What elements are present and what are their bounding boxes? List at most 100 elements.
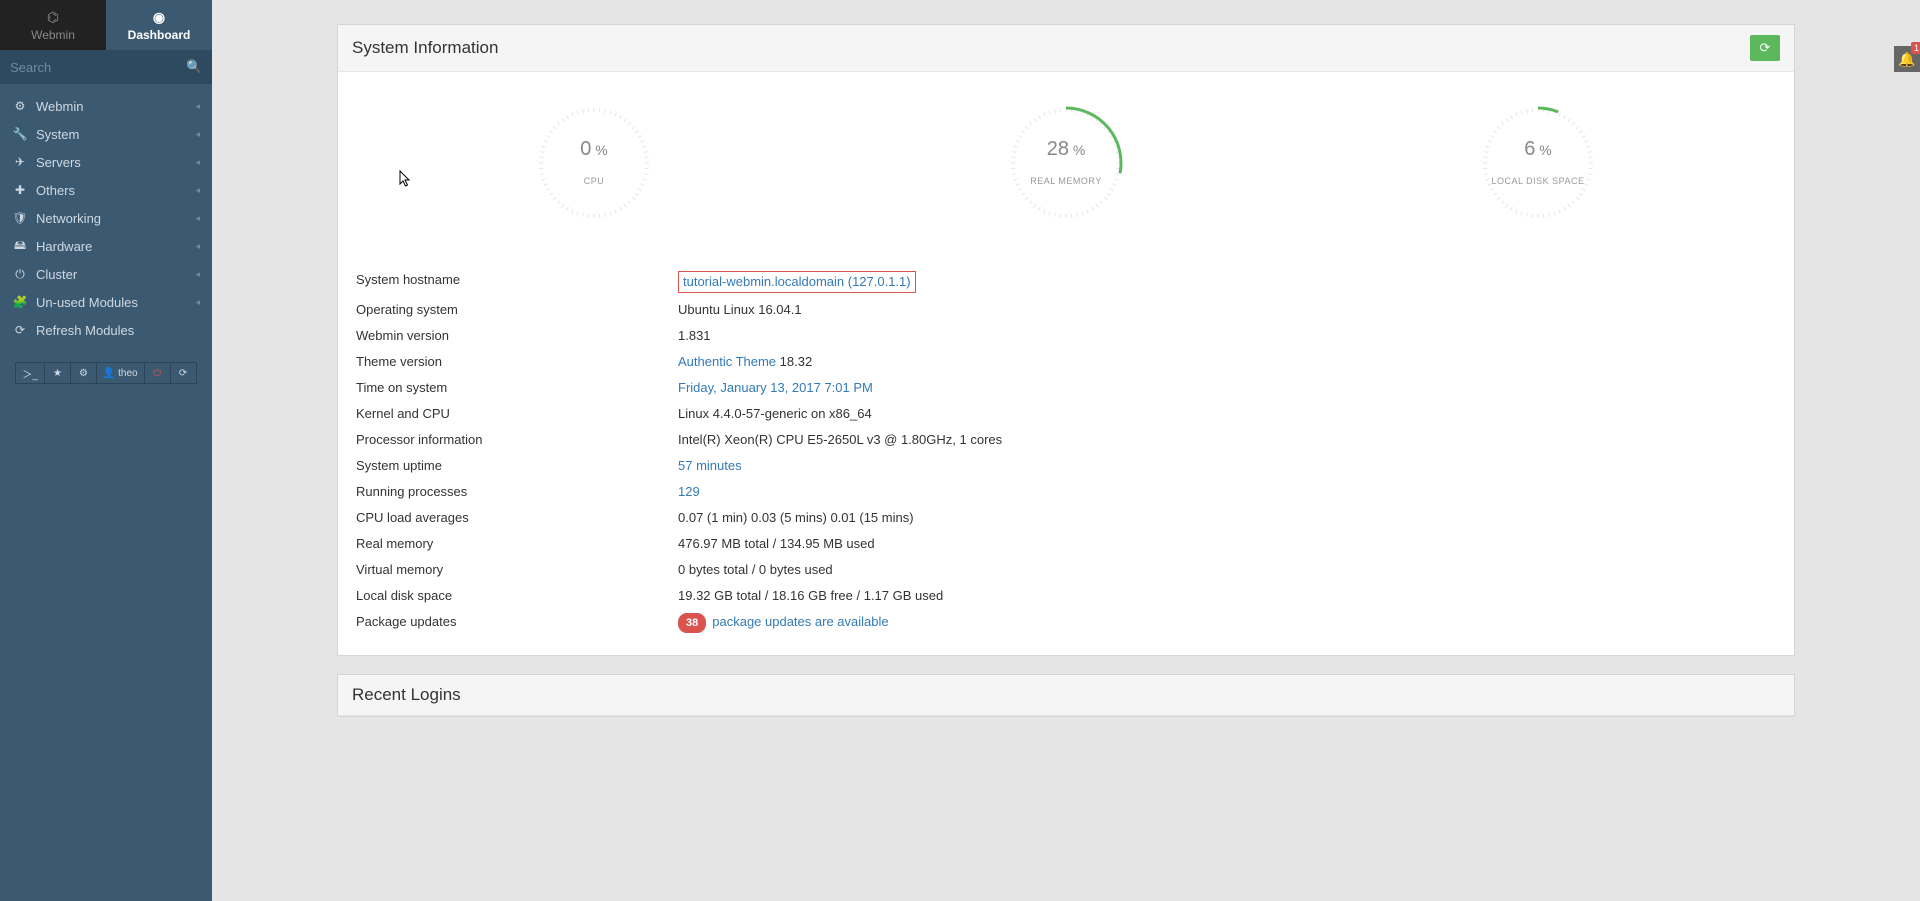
bottom-button-1[interactable]: ★ <box>45 362 71 384</box>
sidebar-item-hardware[interactable]: 🖴Hardware◂ <box>0 232 212 260</box>
info-value-cell: 0.07 (1 min) 0.03 (5 mins) 0.01 (15 mins… <box>678 509 1776 527</box>
info-value-cell: 1.831 <box>678 327 1776 345</box>
info-value-cell: 129 <box>678 483 1776 501</box>
nav-icon: ✚ <box>12 183 28 197</box>
nav-icon: 🛡 <box>12 211 28 225</box>
notification-bell[interactable]: 🔔 1 <box>1894 46 1920 72</box>
info-value-cell: Ubuntu Linux 16.04.1 <box>678 301 1776 319</box>
sidebar-item-refresh-modules[interactable]: ⟳Refresh Modules <box>0 316 212 344</box>
nav-icon: ⟳ <box>12 323 28 337</box>
bottom-button-0[interactable]: ＞_ <box>15 362 45 384</box>
info-value-cell: Friday, January 13, 2017 7:01 PM <box>678 379 1776 397</box>
panel-header: Recent Logins <box>338 675 1794 716</box>
gauge-label: CPU <box>529 176 659 186</box>
chevron-left-icon: ◂ <box>195 157 200 168</box>
gauge-local-disk-space: 6 % LOCAL DISK SPACE <box>1473 98 1603 231</box>
sidebar-tabs: ⌬ Webmin ◉ Dashboard <box>0 0 212 50</box>
sidebar-item-networking[interactable]: 🛡Networking◂ <box>0 204 212 232</box>
info-row: System uptime57 minutes <box>356 453 1776 479</box>
info-row: Processor informationIntel(R) Xeon(R) CP… <box>356 427 1776 453</box>
bottom-button-3[interactable]: 👤 theo <box>97 362 145 384</box>
panel-title: System Information <box>352 38 498 58</box>
info-key: Kernel and CPU <box>356 405 678 423</box>
chevron-left-icon: ◂ <box>195 297 200 308</box>
chevron-left-icon: ◂ <box>195 269 200 280</box>
info-value-cell: Linux 4.4.0-57-generic on x86_64 <box>678 405 1776 423</box>
notification-count: 1 <box>1911 42 1920 54</box>
info-key: Theme version <box>356 353 678 371</box>
info-row: Running processes129 <box>356 479 1776 505</box>
info-key: Time on system <box>356 379 678 397</box>
info-link[interactable]: package updates are available <box>712 614 888 629</box>
nav-icon: ⚙ <box>12 99 28 113</box>
info-value-cell: 19.32 GB total / 18.16 GB free / 1.17 GB… <box>678 587 1776 605</box>
refresh-button[interactable]: ⟳ <box>1750 35 1780 61</box>
sidebar-item-others[interactable]: ✚ Others◂ <box>0 176 212 204</box>
gauge-real-memory: 28 %REAL MEMORY <box>1001 98 1131 231</box>
sidebar-item-system[interactable]: 🔧 System◂ <box>0 120 212 148</box>
nav-label: System <box>36 127 195 142</box>
tab-dashboard[interactable]: ◉ Dashboard <box>106 0 212 50</box>
info-row: CPU load averages0.07 (1 min) 0.03 (5 mi… <box>356 505 1776 531</box>
info-link[interactable]: Authentic Theme <box>678 354 776 369</box>
sidebar-item-servers[interactable]: ✈Servers◂ <box>0 148 212 176</box>
main: System Information ⟳ 0 %CPU28 %REAL MEMO… <box>212 0 1920 901</box>
gauge-value: 6 % <box>1473 138 1603 161</box>
update-count-badge: 38 <box>678 613 706 633</box>
info-key: Running processes <box>356 483 678 501</box>
info-value: 19.32 GB total / 18.16 GB free / 1.17 GB… <box>678 588 943 603</box>
bottom-button-2[interactable]: ⚙ <box>71 362 97 384</box>
info-value: Linux 4.4.0-57-generic on x86_64 <box>678 406 872 421</box>
nav-label: Cluster <box>36 267 195 282</box>
tab-webmin[interactable]: ⌬ Webmin <box>0 0 106 50</box>
info-value: 476.97 MB total / 134.95 MB used <box>678 536 875 551</box>
info-value-cell: Authentic Theme 18.32 <box>678 353 1776 371</box>
info-value-cell: 57 minutes <box>678 457 1776 475</box>
hostname-box: tutorial-webmin.localdomain (127.0.1.1) <box>678 271 916 293</box>
info-value: 1.831 <box>678 328 711 343</box>
info-value: Intel(R) Xeon(R) CPU E5-2650L v3 @ 1.80G… <box>678 432 1002 447</box>
panel-title: Recent Logins <box>352 685 461 705</box>
nav-label: Hardware <box>36 239 195 254</box>
info-link[interactable]: tutorial-webmin.localdomain (127.0.1.1) <box>683 274 911 289</box>
info-row: System hostnametutorial-webmin.localdoma… <box>356 267 1776 297</box>
info-key: Operating system <box>356 301 678 319</box>
info-link[interactable]: Friday, January 13, 2017 7:01 PM <box>678 380 873 395</box>
bottom-button-5[interactable]: ⟳ <box>171 362 197 384</box>
search-icon[interactable]: 🔍 <box>186 59 202 75</box>
chevron-left-icon: ◂ <box>195 185 200 196</box>
gauge-label: LOCAL DISK SPACE <box>1473 176 1603 186</box>
sidebar-item-cluster[interactable]: ⏻Cluster◂ <box>0 260 212 288</box>
search-input[interactable] <box>10 60 186 75</box>
nav-icon: 🖴 <box>12 236 28 257</box>
info-row: Package updates38package updates are ava… <box>356 609 1776 637</box>
bottom-button-4[interactable]: ⏻ <box>145 362 171 384</box>
info-link[interactable]: 129 <box>678 484 700 499</box>
sidebar: ⌬ Webmin ◉ Dashboard 🔍 ⚙Webmin◂🔧System◂✈… <box>0 0 212 901</box>
info-value: 0 bytes total / 0 bytes used <box>678 562 833 577</box>
tab-label: Dashboard <box>128 28 191 42</box>
info-row: Theme versionAuthentic Theme 18.32 <box>356 349 1776 375</box>
sidebar-item-webmin[interactable]: ⚙Webmin◂ <box>0 92 212 120</box>
recent-logins-panel: Recent Logins <box>337 674 1795 717</box>
nav-icon: 🧩 <box>12 295 28 309</box>
nav-icon: 🔧 <box>12 127 28 141</box>
sidebar-item-un-used-modules[interactable]: 🧩 Un-used Modules◂ <box>0 288 212 316</box>
info-key: Webmin version <box>356 327 678 345</box>
info-value-cell: 0 bytes total / 0 bytes used <box>678 561 1776 579</box>
info-row: Real memory476.97 MB total / 134.95 MB u… <box>356 531 1776 557</box>
info-link[interactable]: 57 minutes <box>678 458 742 473</box>
nav-label: Un-used Modules <box>36 295 195 310</box>
search-box: 🔍 <box>0 50 212 84</box>
info-value: 0.07 (1 min) 0.03 (5 mins) 0.01 (15 mins… <box>678 510 914 525</box>
info-key: Virtual memory <box>356 561 678 579</box>
tab-label: Webmin <box>31 28 75 42</box>
system-info-panel: System Information ⟳ 0 %CPU28 %REAL MEMO… <box>337 24 1795 656</box>
nav: ⚙Webmin◂🔧System◂✈Servers◂✚Others◂🛡Networ… <box>0 84 212 344</box>
nav-label: Others <box>36 183 195 198</box>
chevron-left-icon: ◂ <box>195 101 200 112</box>
info-key: System uptime <box>356 457 678 475</box>
info-row: Local disk space19.32 GB total / 18.16 G… <box>356 583 1776 609</box>
nav-label: Networking <box>36 211 195 226</box>
chevron-left-icon: ◂ <box>195 129 200 140</box>
